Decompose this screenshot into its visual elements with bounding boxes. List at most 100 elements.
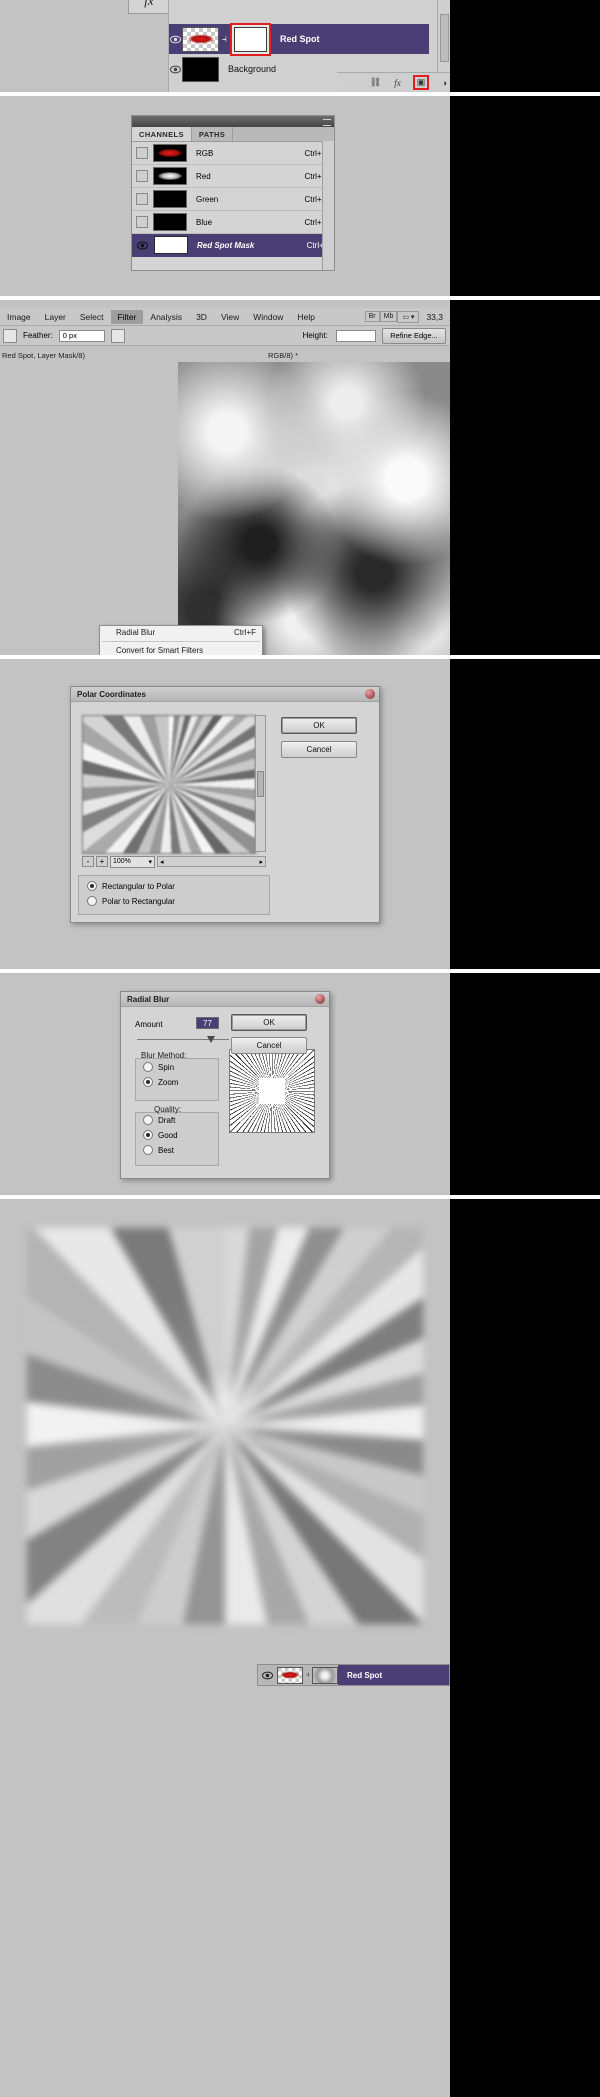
ok-button[interactable]: OK	[231, 1014, 307, 1031]
channels-scrollbar[interactable]	[322, 141, 334, 270]
blur-center-preview[interactable]	[229, 1049, 315, 1133]
channel-thumbnail	[153, 190, 187, 208]
layer-thumbnail[interactable]	[182, 56, 219, 82]
radio-icon[interactable]	[143, 1077, 153, 1087]
option-label: Polar to Rectangular	[102, 896, 175, 906]
menu-filter[interactable]: Filter	[110, 309, 144, 324]
channel-row-green[interactable]: Green Ctrl+4	[132, 188, 334, 211]
zoom-level-select[interactable]: 100% ▾	[110, 855, 155, 868]
polar-coordinates-dialog: Polar Coordinates - + 100% ▾ ◂ ▸ Rectang…	[70, 686, 380, 923]
menu-item-label: Convert for Smart Filters	[116, 646, 204, 655]
radio-icon[interactable]	[87, 881, 97, 891]
arrow-left-icon[interactable]: ◂	[160, 858, 164, 866]
layer-thumbnail[interactable]	[182, 26, 219, 52]
channel-visibility-toggle[interactable]	[136, 147, 148, 159]
option-good[interactable]: Good	[143, 1130, 178, 1140]
dialog-preview[interactable]	[82, 715, 256, 854]
menu-select[interactable]: Select	[73, 310, 111, 324]
layer-name: Red Spot	[338, 1665, 449, 1685]
menu-analysis[interactable]: Analysis	[143, 310, 189, 324]
layer-mask-thumbnail[interactable]	[234, 26, 267, 52]
layer-row-strip[interactable]: ⫞ Red Spot	[257, 1664, 450, 1686]
channel-visibility-toggle[interactable]	[136, 216, 148, 228]
eye-icon[interactable]	[258, 1671, 277, 1680]
selection-mode-icon[interactable]	[3, 328, 17, 343]
anti-alias-checkbox[interactable]	[110, 328, 125, 343]
option-draft[interactable]: Draft	[143, 1115, 175, 1125]
arrow-right-icon[interactable]: ▸	[259, 858, 263, 866]
channels-titlebar[interactable]	[132, 116, 334, 127]
height-input[interactable]	[336, 329, 376, 342]
channel-visibility-toggle[interactable]	[136, 193, 148, 205]
tab-paths[interactable]: PATHS	[192, 127, 234, 141]
menu-view[interactable]: View	[214, 310, 246, 324]
channels-panel: CHANNELS PATHS RGB Ctrl+2 Red Ctrl+3 Gre…	[0, 96, 450, 296]
radio-icon[interactable]	[143, 1130, 153, 1140]
option-best[interactable]: Best	[143, 1145, 174, 1155]
zoom-in-button[interactable]: +	[96, 856, 108, 867]
radio-icon[interactable]	[143, 1145, 153, 1155]
channel-visibility-toggle[interactable]	[136, 170, 148, 182]
menu-item-radial-blur[interactable]: Radial Blur Ctrl+F	[100, 626, 262, 639]
menu-help[interactable]: Help	[290, 310, 321, 324]
layer-mask-thumbnail[interactable]	[312, 1666, 338, 1684]
link-layers-icon[interactable]: ⛓	[369, 77, 382, 89]
channel-row-red[interactable]: Red Ctrl+3	[132, 165, 334, 188]
eye-icon[interactable]	[169, 33, 182, 46]
feather-input[interactable]: 0 px	[58, 329, 105, 342]
channels-window: CHANNELS PATHS RGB Ctrl+2 Red Ctrl+3 Gre…	[131, 115, 335, 271]
option-spin[interactable]: Spin	[143, 1062, 174, 1072]
screen-mode-icon[interactable]: ▭ ▾	[397, 310, 420, 323]
channel-row-blue[interactable]: Blue Ctrl+5	[132, 211, 334, 234]
scrollbar-thumb[interactable]	[257, 771, 264, 797]
panel-separator	[0, 655, 600, 659]
cancel-button[interactable]: Cancel	[231, 1037, 307, 1054]
menu-layer[interactable]: Layer	[38, 310, 73, 324]
menu-image[interactable]: Image	[0, 310, 38, 324]
layer-row-red-spot[interactable]: ⫞ Red Spot	[169, 22, 429, 56]
dialog-titlebar[interactable]: Radial Blur	[121, 992, 329, 1007]
refine-edge-button[interactable]: Refine Edge...	[382, 327, 446, 344]
amount-slider[interactable]	[137, 1036, 229, 1044]
quality-label: Quality:	[154, 1105, 182, 1114]
add-layer-mask-icon[interactable]: ▣	[413, 75, 429, 90]
radio-icon[interactable]	[143, 1062, 153, 1072]
option-polar-to-rectangular[interactable]: Polar to Rectangular	[87, 896, 269, 906]
menu-item-shortcut: Ctrl+F	[234, 628, 256, 638]
bridge-badge[interactable]: Br	[364, 311, 380, 322]
radio-icon[interactable]	[87, 896, 97, 906]
clouds-canvas[interactable]	[178, 362, 450, 655]
layers-scrollbar[interactable]	[437, 0, 450, 78]
option-zoom[interactable]: Zoom	[143, 1077, 178, 1087]
menu-window[interactable]: Window	[246, 310, 290, 324]
link-icon: ⫞	[305, 1670, 310, 1679]
layer-thumbnail[interactable]	[277, 1666, 303, 1684]
channel-row-rgb[interactable]: RGB Ctrl+2	[132, 142, 334, 165]
dialog-title: Radial Blur	[127, 994, 170, 1004]
eye-icon[interactable]	[169, 63, 182, 76]
eye-icon[interactable]	[136, 239, 149, 252]
preview-hscrollbar[interactable]: ◂ ▸	[157, 856, 266, 867]
preview-scrollbar[interactable]	[255, 715, 266, 852]
document-tab-label[interactable]: Red Spot, Layer Mask/8)	[2, 351, 85, 360]
cancel-button[interactable]: Cancel	[281, 741, 357, 758]
layer-style-fx-icon[interactable]: fx	[391, 77, 404, 89]
slider-handle[interactable]	[207, 1036, 215, 1043]
amount-input[interactable]: 77	[196, 1017, 219, 1029]
blur-center-picker[interactable]	[229, 1049, 315, 1133]
mini-bridge-badge[interactable]: Mb	[379, 311, 398, 322]
document-tab-label-2[interactable]: RGB/8) *	[268, 351, 298, 360]
ok-button[interactable]: OK	[281, 717, 357, 734]
menu-3d[interactable]: 3D	[189, 310, 214, 324]
option-rectangular-to-polar[interactable]: Rectangular to Polar	[87, 881, 269, 891]
scrollbar-thumb[interactable]	[440, 14, 449, 62]
zoom-out-button[interactable]: -	[82, 856, 94, 867]
radio-icon[interactable]	[143, 1115, 153, 1125]
channel-row-red-spot-mask[interactable]: Red Spot Mask Ctrl+\	[132, 234, 334, 257]
menu-item-convert-smart-filters[interactable]: Convert for Smart Filters	[100, 644, 262, 655]
dialog-titlebar[interactable]: Polar Coordinates	[71, 687, 379, 702]
tab-channels[interactable]: CHANNELS	[132, 127, 192, 141]
blur-method-label: Blur Method:	[141, 1051, 187, 1060]
new-fill-adjustment-icon[interactable]: ◑	[438, 77, 450, 89]
fx-button[interactable]: fx	[128, 0, 170, 14]
